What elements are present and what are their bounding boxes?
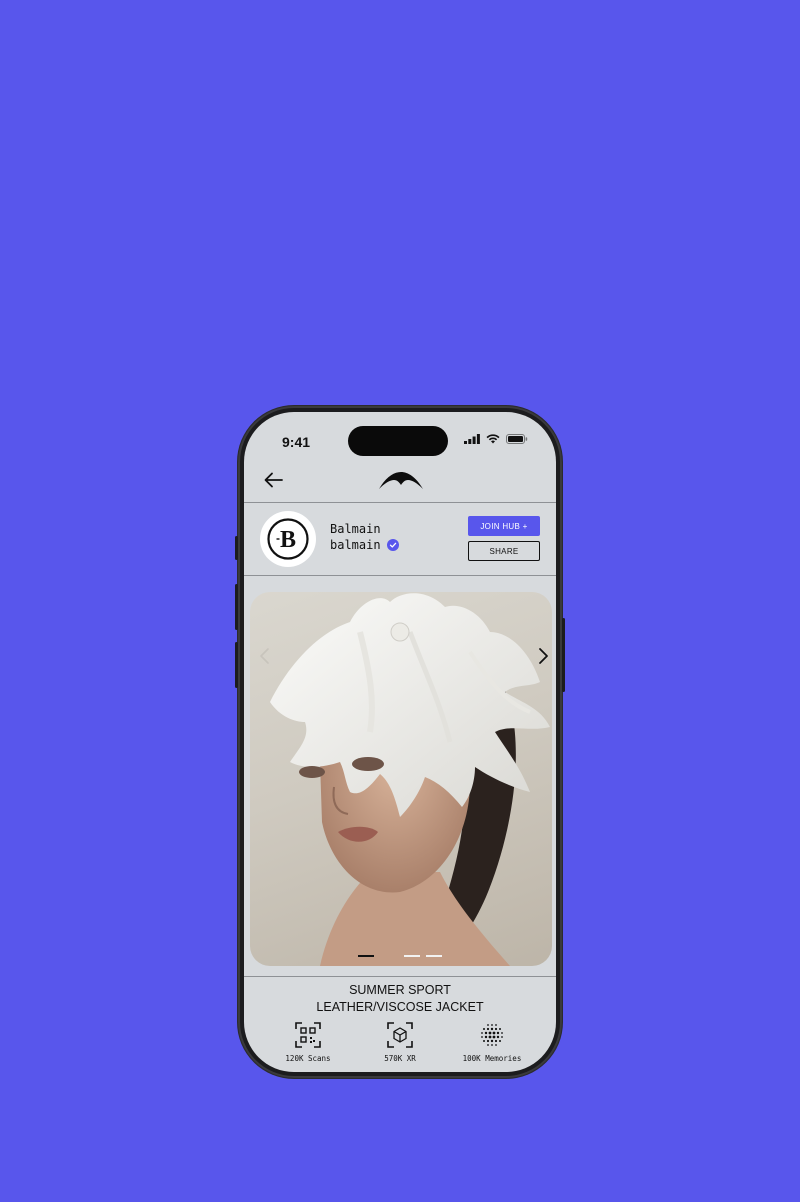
stat-xr[interactable]: 570K XR	[352, 1022, 448, 1063]
carousel-indicator	[358, 955, 458, 959]
brand-name: Balmain	[330, 522, 381, 536]
divider	[244, 976, 556, 977]
balmain-logo-icon: B	[267, 518, 309, 560]
signal-icon	[464, 434, 480, 444]
power-button	[562, 618, 565, 692]
action-button	[235, 536, 238, 560]
join-hub-button[interactable]: JOIN HUB +	[468, 516, 540, 536]
status-time: 9:41	[282, 434, 311, 450]
verified-badge-icon	[386, 539, 399, 551]
chevron-right-icon[interactable]	[536, 646, 550, 666]
product-title: SUMMER SPORT LEATHER/VISCOSE JACKET	[244, 982, 556, 1016]
cube-icon	[387, 1022, 413, 1048]
status-icons	[464, 434, 528, 444]
volume-up-button	[235, 584, 238, 630]
dynamic-island	[348, 426, 448, 456]
battery-icon	[506, 434, 528, 444]
volume-down-button	[235, 642, 238, 688]
brand-handle-row: balmain	[330, 538, 399, 552]
carousel-dot-active[interactable]	[358, 955, 374, 957]
avatar[interactable]: B	[260, 511, 316, 567]
stat-label: 120K Scans	[285, 1054, 331, 1063]
share-button[interactable]: SHARE	[468, 541, 540, 561]
top-nav	[244, 460, 556, 500]
qr-code-icon	[295, 1022, 321, 1048]
stats-row: 120K Scans 570K XR 100K Memories	[244, 1022, 556, 1068]
wing-logo-icon	[379, 472, 423, 489]
wifi-icon	[486, 434, 500, 444]
stat-scans[interactable]: 120K Scans	[260, 1022, 356, 1063]
product-line-2: LEATHER/VISCOSE JACKET	[316, 1000, 484, 1014]
stat-memories[interactable]: 100K Memories	[444, 1022, 540, 1063]
logo-letter: B	[280, 527, 296, 553]
carousel-dot[interactable]	[404, 955, 420, 957]
screen: 9:41 B Balmain balmain JOIN HUB + SHARE …	[244, 412, 556, 1072]
carousel-dot[interactable]	[426, 955, 442, 957]
brand-handle: balmain	[330, 538, 381, 552]
stat-label: 570K XR	[384, 1054, 416, 1063]
product-line-1: SUMMER SPORT	[349, 983, 451, 997]
stat-label: 100K Memories	[462, 1054, 522, 1063]
phone-frame: 9:41 B Balmain balmain JOIN HUB + SHARE …	[235, 406, 565, 1078]
brand-profile: B Balmain balmain JOIN HUB + SHARE	[244, 504, 556, 574]
arrow-left-icon[interactable]	[262, 468, 286, 492]
chevron-left-icon[interactable]	[258, 646, 272, 666]
divider	[244, 502, 556, 503]
model-portrait	[270, 593, 550, 966]
divider	[244, 575, 556, 576]
product-image[interactable]	[250, 592, 552, 966]
dot-matrix-icon	[481, 1024, 503, 1046]
